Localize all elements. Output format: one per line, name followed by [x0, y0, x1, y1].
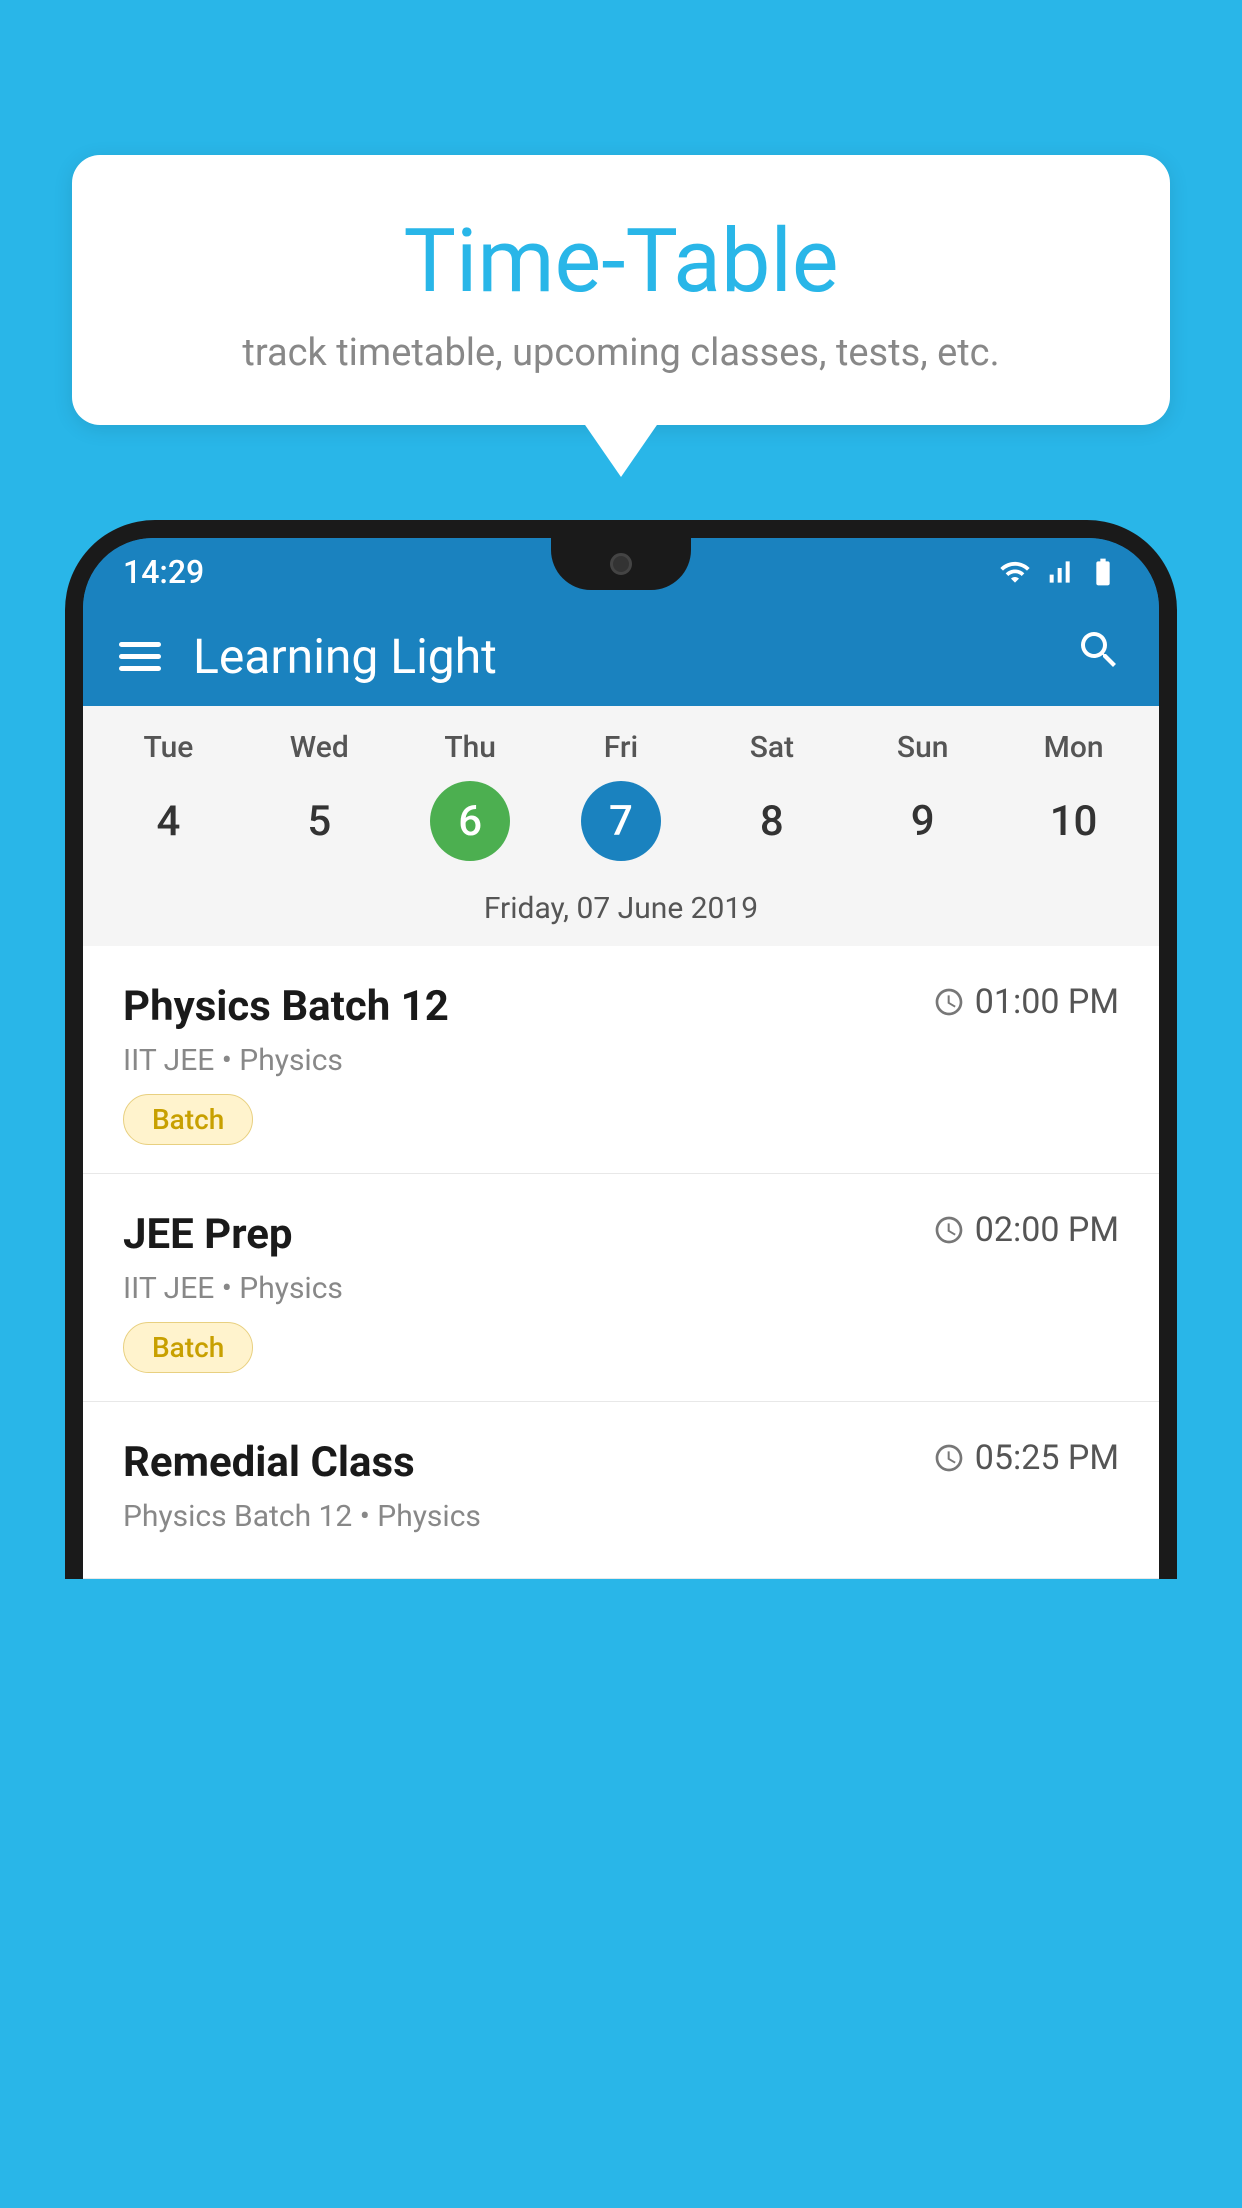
phone-outer: 14:29 — [65, 520, 1177, 1579]
day-header: Mon — [998, 730, 1149, 773]
status-icons — [999, 556, 1119, 588]
day-number[interactable]: 7 — [581, 781, 661, 861]
schedule-item-header: JEE Prep 02:00 PM — [123, 1210, 1119, 1259]
phone-notch — [551, 538, 691, 590]
schedule-item-title: Physics Batch 12 — [123, 982, 449, 1031]
schedule-item-time: 02:00 PM — [933, 1210, 1119, 1250]
day-number[interactable]: 10 — [998, 781, 1149, 861]
day-header: Fri — [546, 730, 697, 773]
day-number[interactable]: 4 — [93, 781, 244, 861]
day-number[interactable]: 5 — [244, 781, 395, 861]
schedule-list: Physics Batch 12 01:00 PM IIT JEE • Phys… — [83, 946, 1159, 1579]
camera-icon — [610, 553, 632, 575]
clock-icon — [933, 1442, 965, 1474]
search-button[interactable] — [1075, 626, 1123, 686]
day-header: Sat — [696, 730, 847, 773]
schedule-item[interactable]: Physics Batch 12 01:00 PM IIT JEE • Phys… — [83, 946, 1159, 1174]
selected-date-label: Friday, 07 June 2019 — [83, 881, 1159, 946]
clock-icon — [933, 986, 965, 1018]
schedule-item-subtitle: IIT JEE • Physics — [123, 1043, 1119, 1078]
day-header: Thu — [395, 730, 546, 773]
schedule-item-header: Physics Batch 12 01:00 PM — [123, 982, 1119, 1031]
battery-icon — [1087, 556, 1119, 588]
day-numbers: 45678910 — [83, 773, 1159, 881]
schedule-item-subtitle: IIT JEE • Physics — [123, 1271, 1119, 1306]
clock-icon — [933, 1214, 965, 1246]
status-time: 14:29 — [123, 553, 204, 591]
app-title: Learning Light — [193, 628, 1075, 685]
schedule-item[interactable]: JEE Prep 02:00 PM IIT JEE • Physics Batc… — [83, 1174, 1159, 1402]
status-bar: 14:29 — [83, 538, 1159, 606]
bubble-title: Time-Table — [132, 210, 1110, 313]
wifi-icon — [999, 556, 1031, 588]
batch-tag: Batch — [123, 1094, 253, 1145]
schedule-item-title: JEE Prep — [123, 1210, 293, 1259]
schedule-item-time: 05:25 PM — [933, 1438, 1119, 1478]
hamburger-menu-button[interactable] — [119, 642, 161, 671]
speech-bubble: Time-Table track timetable, upcoming cla… — [72, 155, 1170, 425]
day-headers: TueWedThuFriSatSunMon — [83, 730, 1159, 773]
schedule-item-subtitle: Physics Batch 12 • Physics — [123, 1499, 1119, 1534]
day-header: Tue — [93, 730, 244, 773]
schedule-item[interactable]: Remedial Class 05:25 PM Physics Batch 12… — [83, 1402, 1159, 1579]
signal-icon — [1043, 556, 1075, 588]
calendar-week: TueWedThuFriSatSunMon 45678910 Friday, 0… — [83, 706, 1159, 946]
schedule-item-time: 01:00 PM — [933, 982, 1119, 1022]
app-header: Learning Light — [83, 606, 1159, 706]
day-number[interactable]: 8 — [696, 781, 847, 861]
schedule-item-title: Remedial Class — [123, 1438, 415, 1487]
batch-tag: Batch — [123, 1322, 253, 1373]
day-number[interactable]: 6 — [430, 781, 510, 861]
day-number[interactable]: 9 — [847, 781, 998, 861]
phone-screen: 14:29 — [83, 538, 1159, 1579]
phone-mockup: 14:29 — [65, 520, 1177, 2208]
schedule-item-header: Remedial Class 05:25 PM — [123, 1438, 1119, 1487]
day-header: Wed — [244, 730, 395, 773]
bubble-subtitle: track timetable, upcoming classes, tests… — [132, 331, 1110, 375]
day-header: Sun — [847, 730, 998, 773]
